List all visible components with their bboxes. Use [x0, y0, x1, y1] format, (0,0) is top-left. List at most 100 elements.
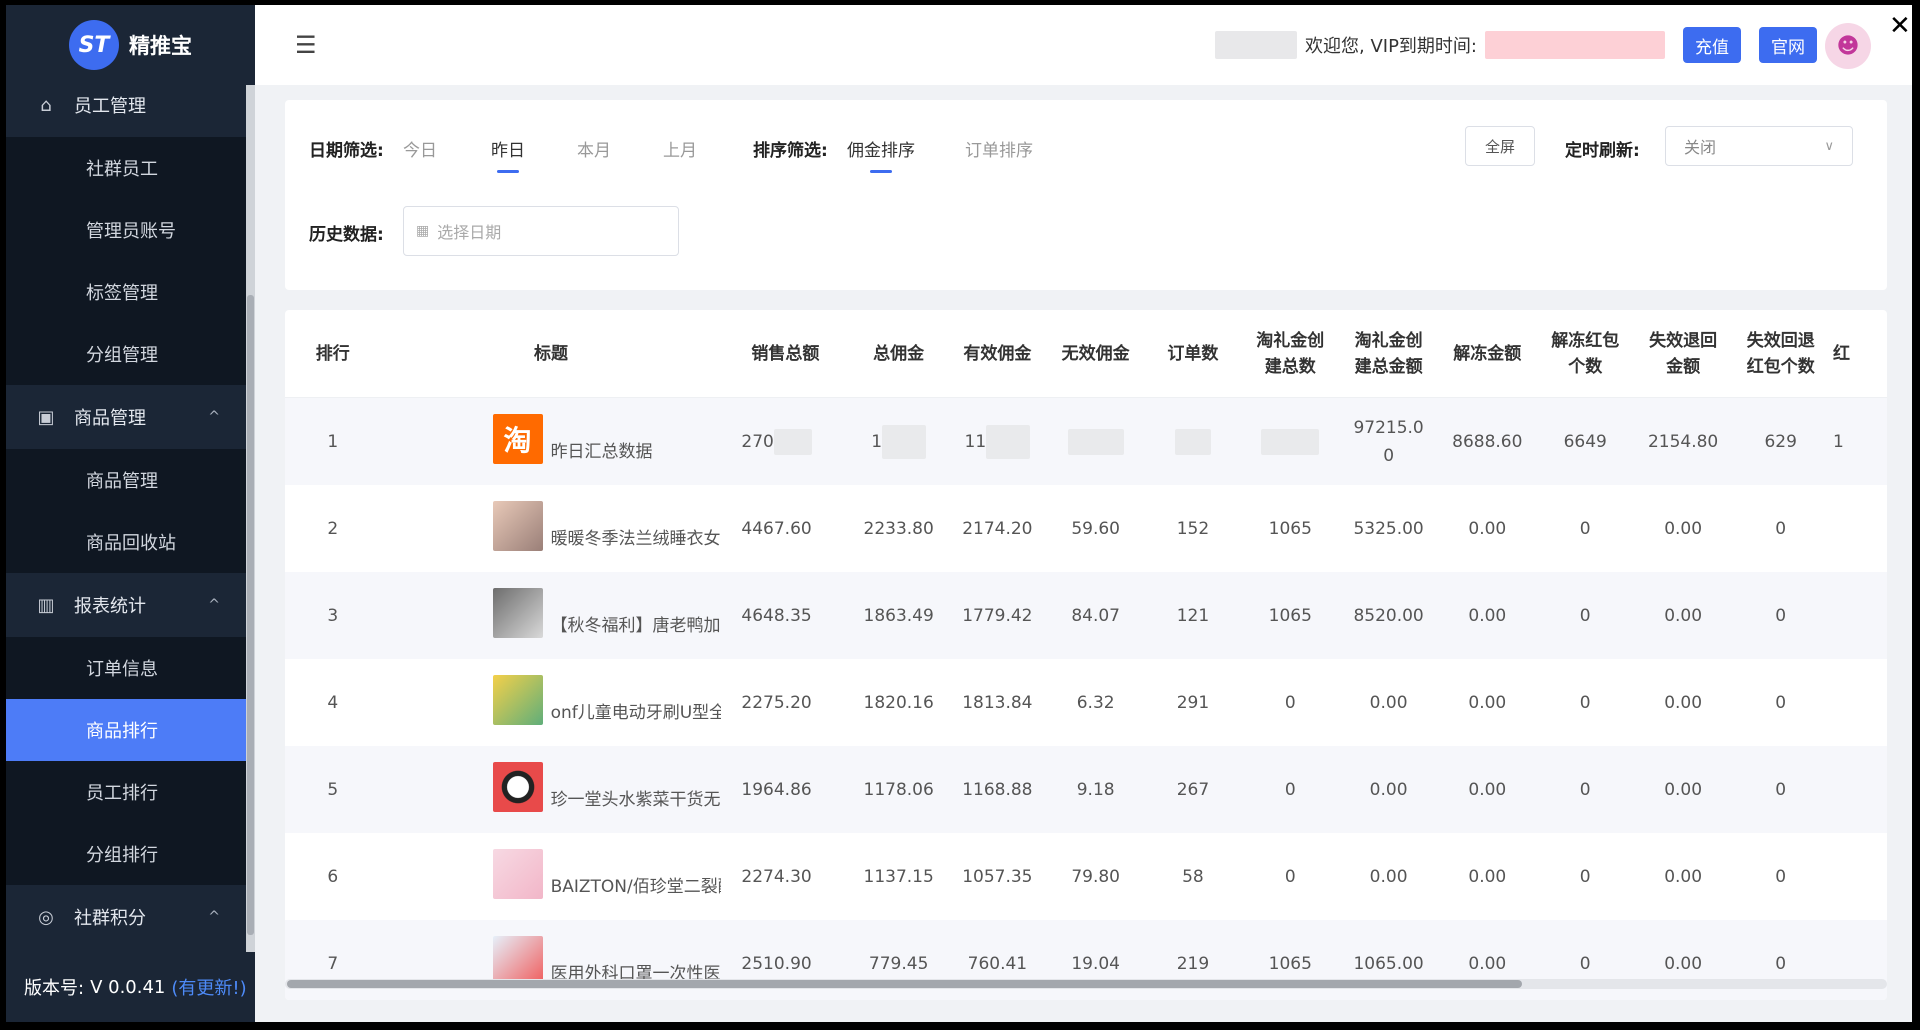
cell-expired-amount: 0.00 — [1633, 659, 1733, 746]
app-window: ⌂ 员工管理 社群员工 管理员账号 标签管理 分组管理 ▣ 商品管理 ^ 商品管… — [6, 5, 1912, 1022]
official-site-button[interactable]: 官网 — [1758, 27, 1817, 63]
col-valid-commission: 有效佣金 — [948, 310, 1047, 398]
brand-name: 精推宝 — [129, 34, 192, 58]
table-scroll-thumb[interactable] — [287, 980, 1522, 988]
avatar[interactable]: ☻ — [1825, 23, 1871, 69]
welcome-area: 欢迎您, VIP到期时间: 充值 官网 — [1215, 27, 1817, 63]
cell-rank: 2 — [285, 485, 381, 572]
cell-invalid-commission — [1046, 397, 1145, 485]
table-header-row: 排行 标题 销售总额 总佣金 有效佣金 无效佣金 订单数 淘礼金创建总数 淘礼金… — [285, 310, 1887, 398]
sidebar-item-staff-ranking[interactable]: 员工排行 — [6, 761, 246, 823]
cell-rank: 6 — [285, 833, 381, 920]
history-label: 历史数据: — [309, 225, 384, 245]
sidebar-group-label: 员工管理 — [74, 96, 146, 117]
cell-orders — [1144, 397, 1242, 485]
cell-unfreeze-count: 0 — [1536, 485, 1634, 572]
sidebar-group-reports[interactable]: ▥ 报表统计 ^ — [6, 573, 246, 637]
cell-unfreeze-count: 0 — [1536, 746, 1634, 833]
date-option-today[interactable]: 今日 — [403, 136, 437, 161]
sidebar-item-tags[interactable]: 标签管理 — [6, 261, 246, 323]
col-unfreeze-count: 解冻红包个数 — [1536, 310, 1634, 398]
update-link[interactable]: (有更新!) — [171, 974, 246, 1000]
cell-expired-count: 0 — [1732, 485, 1829, 572]
sidebar-group-points[interactable]: ◎ 社群积分 ^ — [6, 885, 246, 949]
cell-title: 暖暖冬季法兰绒睡衣女加绒加厚... — [380, 485, 722, 572]
sidebar-item-admin-accounts[interactable]: 管理员账号 — [6, 199, 246, 261]
sidebar-item-community-staff[interactable]: 社群员工 — [6, 137, 246, 199]
filter-card: 日期筛选: 今日 昨日 本月 上月 排序筛选: 佣金排序 订单排序 全屏 定时刷… — [285, 100, 1887, 290]
cell-invalid-commission: 6.32 — [1046, 659, 1145, 746]
cell-extra — [1828, 746, 1887, 833]
date-option-last-month[interactable]: 上月 — [663, 136, 697, 161]
sidebar-item-product-ranking[interactable]: 商品排行 — [6, 699, 246, 761]
cell-expired-count: 0 — [1732, 746, 1829, 833]
cell-title: BAIZTON/佰珍堂二裂酵母奢润美... — [380, 833, 722, 920]
cell-expired-count: 0 — [1732, 659, 1829, 746]
sidebar-scroll-thumb[interactable] — [247, 295, 254, 935]
sidebar-item-product-mgmt[interactable]: 商品管理 — [6, 449, 246, 511]
col-tlj-count: 淘礼金创建总数 — [1241, 310, 1340, 398]
table-row[interactable]: 3 【秋冬福利】唐老鸭加绒秋冬季in... 4648.35 1863.49 17… — [285, 572, 1887, 659]
brand-logo[interactable]: ST 精推宝 — [6, 5, 255, 85]
cell-tlj-count: 0 — [1241, 833, 1340, 920]
date-option-yesterday[interactable]: 昨日 — [491, 136, 525, 161]
cell-tlj-amount: 0.00 — [1339, 833, 1438, 920]
auto-refresh-value: 关闭 — [1684, 138, 1717, 157]
cell-orders: 291 — [1144, 659, 1242, 746]
version-info: 版本号: V 0.0.41 (有更新!) — [6, 952, 255, 1022]
coins-icon: ◎ — [38, 906, 54, 928]
product-thumbnail — [492, 501, 543, 551]
cell-sales: 2275.20 — [721, 659, 850, 746]
table-row[interactable]: 2 暖暖冬季法兰绒睡衣女加绒加厚... 4467.60 2233.80 2174… — [285, 485, 1887, 572]
sidebar-item-orders[interactable]: 订单信息 — [6, 637, 246, 699]
cell-valid-commission: 11 — [948, 397, 1047, 485]
sidebar-item-label: 订单信息 — [86, 659, 158, 680]
history-date-picker[interactable]: ▦ 选择日期 — [403, 206, 679, 256]
cell-sales: 4467.60 — [721, 485, 850, 572]
logo-icon: ST — [69, 20, 119, 70]
cell-expired-amount: 2154.80 — [1633, 397, 1733, 485]
date-option-this-month[interactable]: 本月 — [577, 136, 611, 161]
ranking-table-card: 排行 标题 销售总额 总佣金 有效佣金 无效佣金 订单数 淘礼金创建总数 淘礼金… — [285, 310, 1887, 1000]
sidebar-item-group-ranking[interactable]: 分组排行 — [6, 823, 246, 885]
table-row[interactable]: 1 淘 昨日汇总数据 270 1 11 97215.00 8688.60 664… — [285, 397, 1887, 485]
row-title: 【秋冬福利】唐老鸭加绒秋冬季in... — [550, 616, 722, 636]
cell-tlj-count: 1065 — [1241, 485, 1340, 572]
sidebar-item-label: 商品回收站 — [86, 533, 176, 554]
sidebar: ⌂ 员工管理 社群员工 管理员账号 标签管理 分组管理 ▣ 商品管理 ^ 商品管… — [6, 5, 255, 1022]
sidebar-item-label: 社群员工 — [86, 159, 158, 180]
col-sales: 销售总额 — [721, 310, 850, 398]
table-row[interactable]: 4 onf儿童电动牙刷U型全自动宝宝... 2275.20 1820.16 18… — [285, 659, 1887, 746]
cell-tlj-amount: 0.00 — [1339, 659, 1438, 746]
sort-option-orders[interactable]: 订单排序 — [965, 136, 1033, 161]
cell-total-commission: 2233.80 — [849, 485, 949, 572]
sidebar-group-label: 报表统计 — [74, 596, 146, 617]
sidebar-item-groups[interactable]: 分组管理 — [6, 323, 246, 385]
table-row[interactable]: 6 BAIZTON/佰珍堂二裂酵母奢润美... 2274.30 1137.15 … — [285, 833, 1887, 920]
sidebar-group-products[interactable]: ▣ 商品管理 ^ — [6, 385, 246, 449]
cell-valid-commission: 1168.88 — [948, 746, 1047, 833]
table-row[interactable]: 5 珍一堂头水紫菜干货无沙免洗凉... 1964.86 1178.06 1168… — [285, 746, 1887, 833]
redacted-value — [986, 424, 1031, 459]
cell-title: 珍一堂头水紫菜干货无沙免洗凉... — [380, 746, 722, 833]
recharge-button[interactable]: 充值 — [1682, 27, 1741, 63]
sort-option-commission[interactable]: 佣金排序 — [847, 136, 915, 161]
sidebar-item-recycle-bin[interactable]: 商品回收站 — [6, 511, 246, 573]
cell-tlj-count: 1065 — [1241, 572, 1340, 659]
cell-extra — [1828, 485, 1887, 572]
sidebar-item-label: 分组管理 — [86, 345, 158, 366]
col-expired-count: 失效回退红包个数 — [1732, 310, 1829, 398]
fullscreen-button[interactable]: 全屏 — [1465, 126, 1535, 166]
cell-sales: 2274.30 — [721, 833, 850, 920]
auto-refresh-select[interactable]: 关闭 ∨ — [1665, 126, 1853, 166]
cell-unfreeze-count: 0 — [1536, 572, 1634, 659]
chevron-up-icon: ^ — [208, 409, 220, 425]
menu-toggle-icon[interactable]: ☰ — [295, 31, 317, 59]
redacted-value — [773, 428, 812, 455]
row-title: 昨日汇总数据 — [550, 442, 653, 462]
cell-extra: 1 — [1828, 397, 1887, 485]
close-icon[interactable]: ✕ — [1889, 11, 1911, 41]
sidebar-item-label: 标签管理 — [86, 283, 158, 304]
expiry-redacted — [1484, 31, 1665, 59]
auto-refresh-label: 定时刷新: — [1565, 141, 1640, 161]
